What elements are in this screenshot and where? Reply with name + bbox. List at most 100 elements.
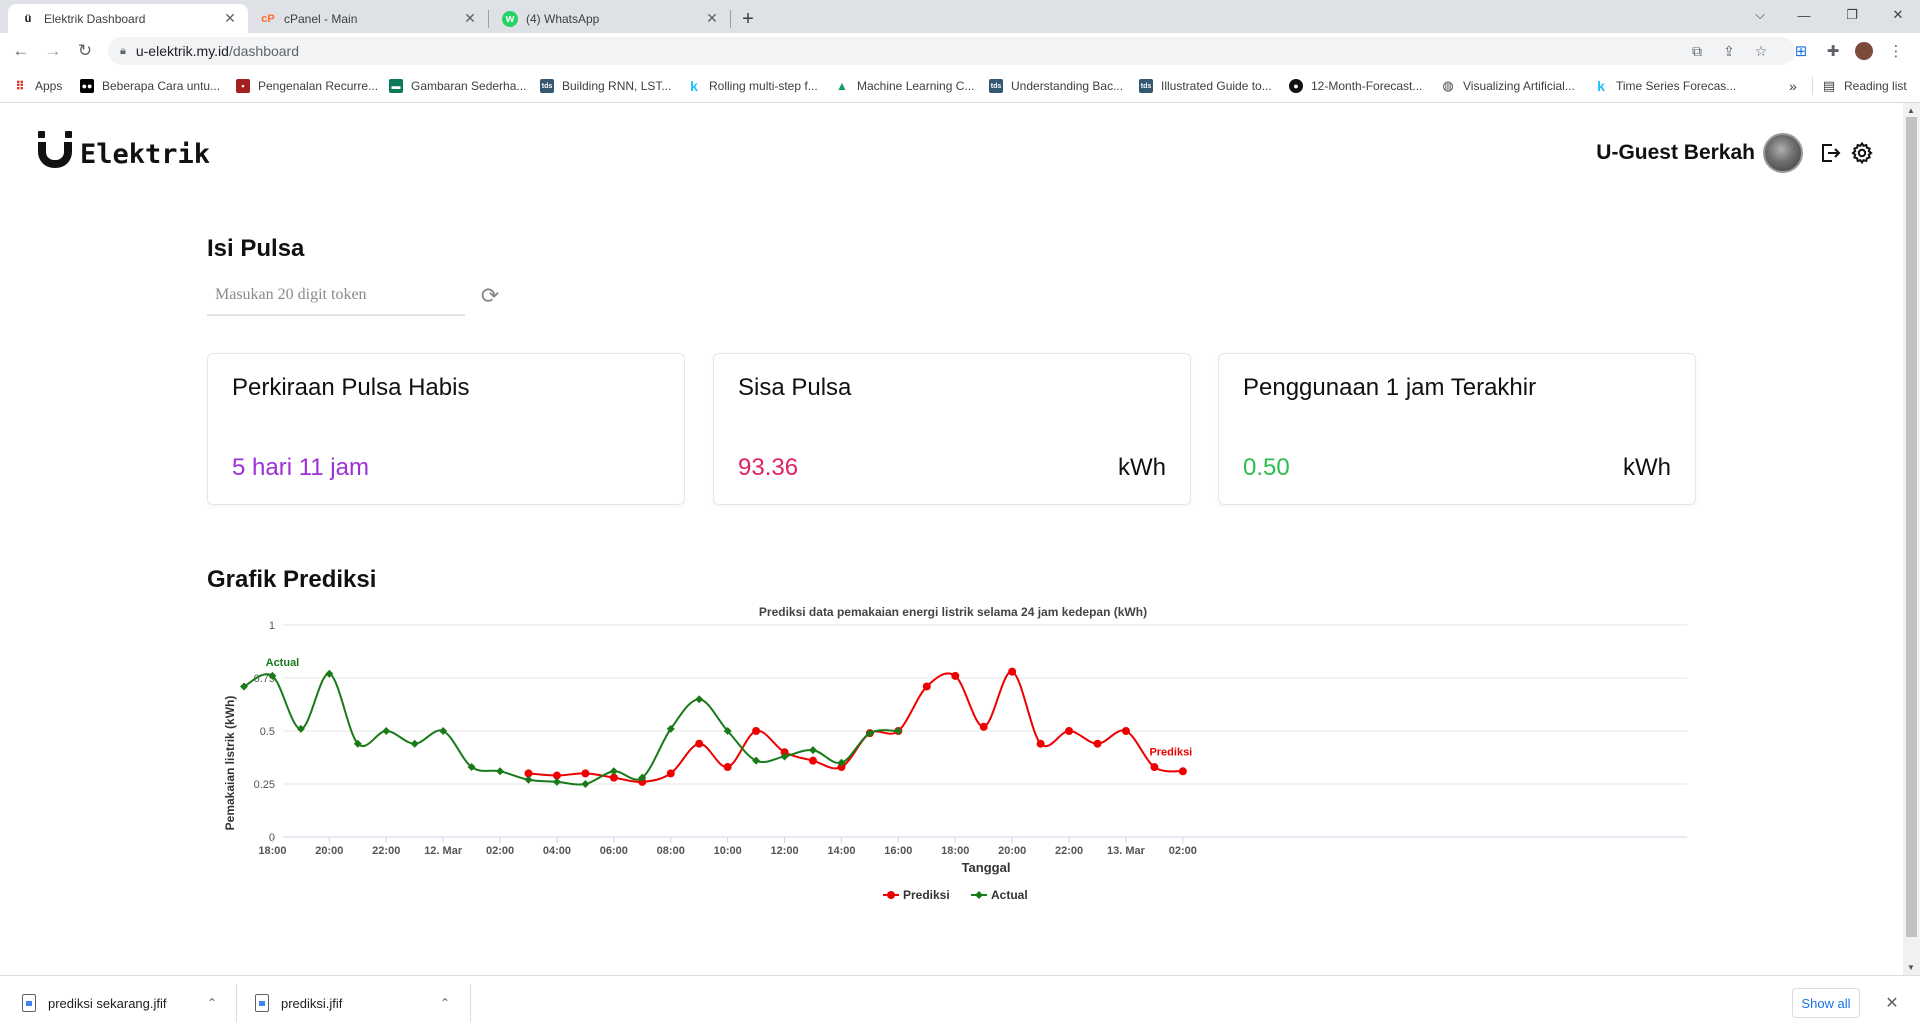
bookmarks-overflow-chevron[interactable]: » [1789,77,1797,95]
address-bar[interactable]: 🔒︎ u-elektrik.my.id/dashboard [108,37,1795,65]
cpanel-favicon-icon: cP [261,12,275,25]
bookmark-label: Understanding Bac... [1011,79,1124,93]
legend-label: Actual [991,888,1028,902]
avatar[interactable] [1763,133,1803,173]
tab-whatsapp[interactable]: w (4) WhatsApp ✕ [490,4,730,33]
download-item[interactable]: prediksi.jfif ⌃ [255,976,455,1030]
bookmark-item[interactable]: k Time Series Forecas... [1594,77,1736,95]
bookmark-label: Rolling multi-step f... [709,79,818,93]
refresh-icon[interactable]: ⟳ [476,280,504,312]
chrome-menu-icon[interactable]: ⋮ [1885,40,1907,62]
back-arrow-icon[interactable]: ← [9,39,33,63]
tab-title: cPanel - Main [284,11,358,26]
card-title: Penggunaan 1 jam Terakhir [1243,374,1537,401]
chart-series: Prediksi Actual [240,657,1192,788]
card-last-hour-usage: Penggunaan 1 jam Terakhir 0.50 kWh [1218,353,1696,505]
whatsapp-favicon-icon: w [502,10,518,27]
restore-icon[interactable]: ❐ [1840,4,1864,26]
url-host: u-elektrik.my.id [135,43,229,59]
bookmark-label: Gambaran Sederha... [411,79,527,93]
token-input[interactable] [207,276,465,316]
x-tick-label: 22:00 [1055,845,1083,857]
share-icon[interactable]: ⇪ [1719,41,1739,61]
legend-item-actual[interactable]: Actual [971,888,1028,902]
scrollbar-thumb[interactable] [1906,117,1917,937]
bookmark-item[interactable]: ▪ Pengenalan Recurre... [236,77,378,95]
kaggle-icon: k [1597,78,1605,94]
window-close-icon[interactable]: ✕ [1886,4,1910,26]
translate-icon[interactable]: ⧉ [1687,41,1707,61]
new-tab-plus-icon[interactable]: + [736,7,760,31]
download-item[interactable]: prediksi sekarang.jfif ⌃ [22,976,222,1030]
bookmark-star-icon[interactable]: ☆ [1751,41,1771,61]
user-name: U-Guest Berkah [1596,141,1755,164]
data-point [1121,727,1130,735]
close-icon[interactable]: ✕ [1882,993,1902,1013]
bookmark-apps[interactable]: ⠿ Apps [13,77,62,95]
tab-title: (4) WhatsApp [526,11,600,26]
image-file-icon [255,994,269,1012]
extensions-puzzle-icon[interactable]: ✚ [1822,40,1844,62]
data-point [609,767,618,776]
close-icon[interactable]: ✕ [222,10,238,27]
data-point [552,777,561,786]
tab-search-chevron-icon[interactable]: ⌵ [1748,4,1772,26]
series-line-actual [243,672,899,786]
page-scrollbar[interactable]: ▲ ▼ [1903,103,1920,975]
reload-icon[interactable]: ↻ [73,39,97,63]
card-unit: kWh [1118,454,1166,481]
x-tick-label: 12. Mar [424,845,463,857]
bookmark-label: Apps [35,79,63,93]
bookmark-item[interactable]: ● 12-Month-Forecast... [1289,77,1422,95]
bookmark-item[interactable]: tds Building RNN, LST... [540,77,671,95]
image-file-icon [22,994,36,1012]
close-icon[interactable]: ✕ [462,10,478,27]
chevron-up-icon[interactable]: ⌃ [440,996,450,1010]
close-icon[interactable]: ✕ [704,10,720,27]
data-point [524,775,533,784]
series-data-label: Actual [266,657,300,669]
x-tick-label: 08:00 [657,845,685,857]
x-tick-label: 20:00 [998,845,1026,857]
chevron-up-icon[interactable]: ⌃ [207,996,217,1010]
x-tick-label: 02:00 [1169,845,1197,857]
y-tick-label: 0 [269,832,275,844]
lock-icon[interactable]: 🔒︎ [120,45,126,58]
legend-item-prediksi[interactable]: Prediksi [883,888,950,902]
chart-title: Prediksi data pemakaian energi listrik s… [759,605,1147,619]
user-menu: U-Guest Berkah [1596,133,1875,173]
tab-cpanel[interactable]: cP cPanel - Main ✕ [248,4,488,33]
data-point [922,682,931,691]
forward-arrow-icon[interactable]: → [41,39,65,63]
bookmark-label: Time Series Forecas... [1616,79,1737,93]
google-translate-extension-icon[interactable]: ⊞ [1790,40,1812,62]
data-point [695,739,704,748]
logout-icon[interactable] [1817,140,1843,166]
brand-name: Elektrik [80,138,211,170]
brand-logo[interactable]: Elektrik [38,131,210,171]
data-point [1150,763,1159,772]
chart-legend[interactable]: Prediksi Actual [883,888,1028,902]
globe-icon: ◍ [1442,78,1454,93]
card-estimate-empty: Perkiraan Pulsa Habis 5 hari 11 jam [207,353,685,505]
bookmark-item[interactable]: ▬ Gambaran Sederha... [389,77,526,95]
minimize-icon[interactable]: — [1792,4,1816,26]
scroll-up-icon[interactable]: ▲ [1907,106,1915,115]
data-point [809,756,817,765]
bookmark-item[interactable]: ●● Beberapa Cara untu... [80,77,220,95]
scroll-down-icon[interactable]: ▼ [1907,963,1915,972]
profile-avatar-icon[interactable] [1853,40,1875,62]
bookmark-item[interactable]: tds Illustrated Guide to... [1139,77,1272,95]
data-point [581,769,590,778]
reading-list-button[interactable]: ▤ Reading list [1822,77,1907,95]
bookmark-item[interactable]: ◍ Visualizing Artificial... [1441,77,1575,95]
data-point [752,727,761,735]
bookmark-item[interactable]: tds Understanding Bac... [989,77,1123,95]
gear-icon[interactable] [1849,140,1875,166]
download-divider [470,984,471,1022]
bookmark-item[interactable]: ▲ Machine Learning C... [835,77,974,95]
x-tick-label: 16:00 [884,845,912,857]
show-all-downloads-button[interactable]: Show all [1792,988,1860,1018]
bookmark-item[interactable]: k Rolling multi-step f... [687,77,818,95]
tab-elektrik-dashboard[interactable]: ü Elektrik Dashboard ✕ [8,4,248,33]
